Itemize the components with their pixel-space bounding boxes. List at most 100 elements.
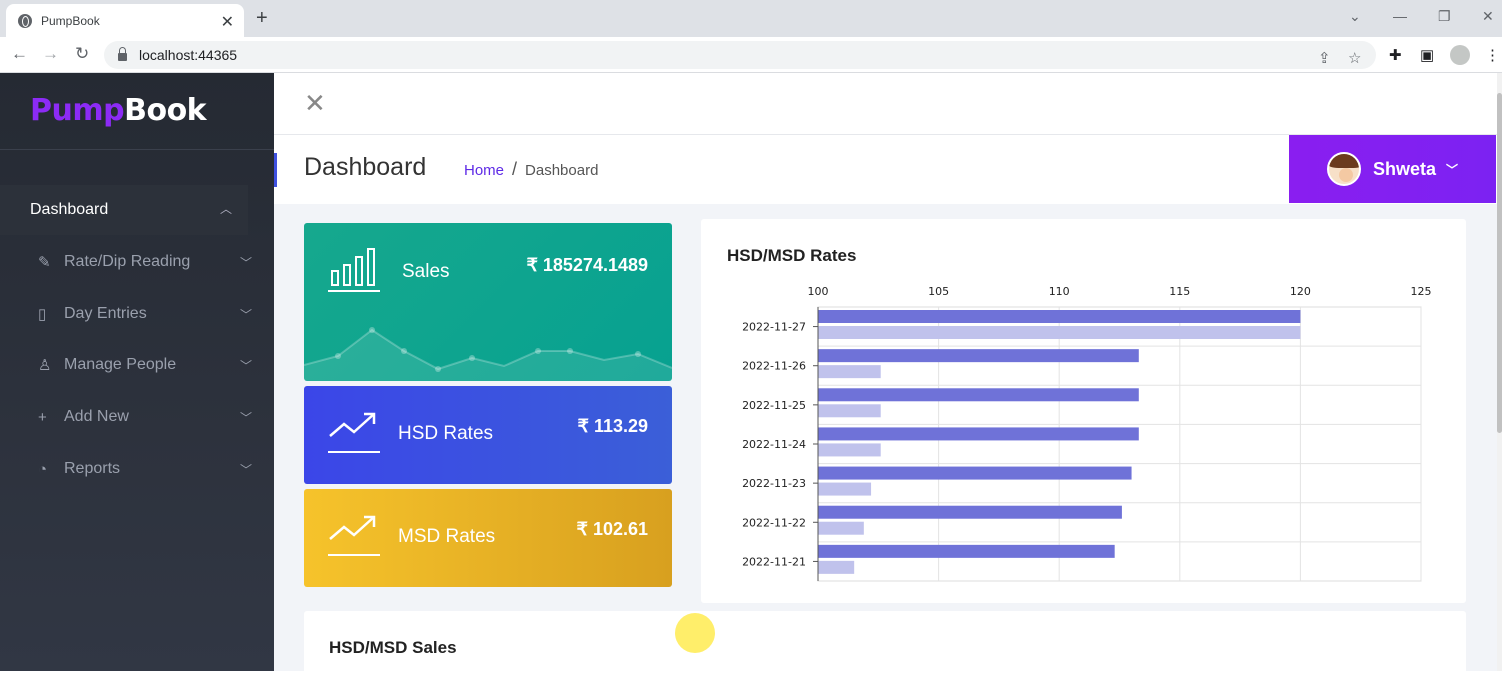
rates-bar-chart: 100 105 110 115 120 125 2022-11-27 2022-11-26 20…	[742, 285, 1432, 582]
bar-series-2	[818, 482, 872, 496]
chevron-down-icon: ﹀	[239, 462, 252, 477]
sidebar-item-rate-dip-reading[interactable]: ✎ Rate/Dip Reading ﹀	[38, 250, 258, 274]
menu-dots-icon[interactable]: ⋮	[1485, 46, 1500, 64]
hsd-rates-card[interactable]: HSD Rates ₹ 113.29	[304, 386, 672, 484]
msd-rates-card[interactable]: MSD Rates ₹ 102.61	[304, 489, 672, 587]
sales-card[interactable]: Sales ₹ 185274.1489	[304, 223, 672, 381]
trending-up-icon	[328, 412, 380, 453]
sales-value: ₹ 185274.1489	[526, 255, 648, 275]
bar-series-1	[818, 388, 1139, 402]
bar-series-2	[818, 521, 864, 535]
bar-series-2	[818, 326, 1301, 339]
bar-series-1	[818, 349, 1139, 363]
browser-tab[interactable]: PumpBook ✕	[6, 4, 244, 37]
bar-series-1	[818, 310, 1301, 323]
x-tick-label: 100	[808, 285, 829, 298]
back-icon[interactable]: ←	[11, 44, 28, 64]
sidebar-item-label: Reports	[64, 460, 121, 477]
reload-icon[interactable]: ↻	[75, 44, 89, 64]
side-panel-icon[interactable]: ▣	[1420, 46, 1434, 64]
sidebar-item-add-new[interactable]: + Add New ﹀	[38, 405, 258, 429]
hsd-label: HSD Rates	[398, 423, 494, 444]
scrollbar[interactable]	[1497, 73, 1502, 671]
header-accent-bar	[274, 153, 277, 187]
edit-icon: ✎	[38, 254, 51, 271]
sidebar-item-label: Add New	[64, 408, 129, 425]
bar-chart-icon	[328, 248, 380, 292]
y-tick-label: 2022-11-26	[742, 360, 806, 373]
url-input[interactable]: localhost:44365 ⇪ ☆	[104, 41, 1376, 69]
chevron-up-icon: ︿	[219, 202, 232, 216]
sidebar-item-label: Rate/Dip Reading	[64, 253, 191, 270]
globe-icon	[18, 13, 32, 28]
breadcrumb-home-link[interactable]: Home	[464, 162, 504, 179]
hsd-value: ₹ 113.29	[577, 416, 648, 436]
sidebar-item-label: Dashboard	[30, 201, 109, 218]
plus-icon: +	[38, 408, 47, 426]
sales-section-title: HSD/MSD Sales	[329, 638, 457, 657]
main-content: ✕ Dashboard Home / Dashboard Shweta ﹀ Sa…	[274, 73, 1502, 691]
chevron-down-icon: ﹀	[239, 307, 252, 322]
breadcrumb: Home / Dashboard	[464, 159, 598, 180]
user-menu[interactable]: Shweta ﹀	[1289, 135, 1496, 203]
y-tick-label: 2022-11-22	[742, 516, 806, 529]
extensions-icon[interactable]: ✚	[1389, 46, 1402, 64]
browser-tab-bar: PumpBook ✕ + ⌄ — ❐ ✕	[0, 0, 1502, 37]
y-tick-label: 2022-11-25	[742, 399, 806, 412]
sales-chart-panel: HSD/MSD Sales	[304, 611, 1466, 691]
bar-series-2	[818, 443, 881, 457]
address-bar: ← → ↻ localhost:44365 ⇪ ☆ ✚ ▣ ⋮	[0, 37, 1502, 73]
chevron-down-icon: ﹀	[239, 410, 252, 425]
cursor-highlight	[675, 613, 715, 653]
x-tick-label: 110	[1049, 285, 1070, 298]
bookmark-star-icon[interactable]: ☆	[1348, 49, 1361, 67]
book-icon: ▯	[38, 306, 47, 323]
close-window-button[interactable]: ✕	[1482, 8, 1494, 25]
close-sidebar-icon[interactable]: ✕	[304, 90, 326, 116]
share-icon[interactable]: ⇪	[1318, 49, 1331, 67]
scrollbar-thumb[interactable]	[1497, 93, 1502, 433]
y-tick-label: 2022-11-24	[742, 438, 806, 451]
tab-close-icon[interactable]: ✕	[221, 12, 234, 32]
x-tick-label: 120	[1290, 285, 1311, 298]
sidebar-item-day-entries[interactable]: ▯ Day Entries ﹀	[38, 302, 258, 326]
trending-up-icon	[328, 515, 380, 556]
new-tab-button[interactable]: +	[256, 7, 268, 30]
breadcrumb-separator: /	[512, 159, 518, 179]
sidebar-item-manage-people[interactable]: ♙ Manage People ﹀	[38, 353, 258, 377]
forward-icon[interactable]: →	[42, 44, 59, 64]
sidebar-item-label: Day Entries	[64, 305, 147, 322]
sidebar-item-dashboard[interactable]: Dashboard ︿	[0, 185, 248, 235]
tab-search-icon[interactable]: ⌄	[1349, 8, 1361, 25]
page-header: Dashboard Home / Dashboard Shweta ﹀	[274, 135, 1502, 204]
sidebar-item-reports[interactable]: ◔ Reports ﹀	[38, 457, 258, 481]
bar-series-2	[818, 404, 881, 418]
app-logo[interactable]: PumpBook	[30, 93, 207, 128]
minimize-button[interactable]: —	[1393, 8, 1407, 24]
person-icon: ♙	[38, 357, 52, 374]
sidebar: PumpBook Dashboard ︿ ✎ Rate/Dip Reading …	[0, 73, 274, 671]
top-bar: ✕	[274, 73, 1502, 135]
y-tick-label: 2022-11-21	[742, 555, 806, 568]
x-tick-label: 105	[928, 285, 949, 298]
sales-label: Sales	[402, 261, 450, 282]
profile-avatar-icon[interactable]	[1450, 45, 1470, 65]
bar-series-1	[818, 427, 1139, 441]
x-tick-label: 115	[1169, 285, 1190, 298]
url-text: localhost:44365	[139, 47, 238, 63]
bar-series-1	[818, 466, 1132, 480]
restore-button[interactable]: ❐	[1438, 8, 1451, 25]
plot-frame	[817, 306, 1422, 582]
bar-series-2	[818, 560, 855, 574]
avatar	[1327, 152, 1361, 186]
sidebar-item-label: Manage People	[64, 356, 177, 373]
msd-label: MSD Rates	[398, 526, 496, 547]
msd-value: ₹ 102.61	[576, 519, 648, 539]
tab-title: PumpBook	[41, 13, 100, 28]
sidebar-divider	[0, 149, 274, 150]
chevron-down-icon: ﹀	[1446, 162, 1459, 177]
y-tick-label: 2022-11-23	[742, 477, 806, 490]
bar-series-2	[818, 365, 881, 379]
chevron-down-icon: ﹀	[239, 358, 252, 373]
user-name: Shweta	[1373, 158, 1437, 179]
